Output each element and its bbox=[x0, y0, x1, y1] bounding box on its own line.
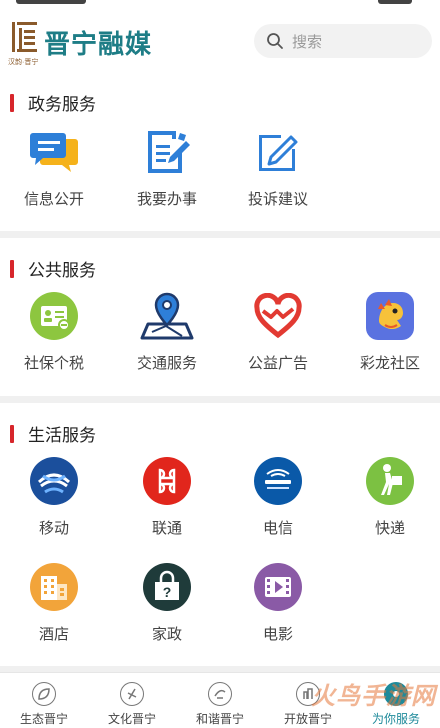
tab-culture[interactable]: 文化晋宁 bbox=[88, 673, 176, 728]
tile-housekeeping[interactable]: ? 家政 bbox=[117, 559, 217, 644]
tab-harmony[interactable]: 和谐晋宁 bbox=[176, 673, 264, 728]
map-pin-icon bbox=[140, 292, 194, 340]
courier-icon bbox=[366, 457, 414, 505]
tile-hotel[interactable]: 酒店 bbox=[4, 559, 104, 644]
section-marker bbox=[10, 93, 14, 112]
tab-label: 开放晋宁 bbox=[283, 712, 332, 726]
tile-handle-affairs[interactable]: 我要办事 bbox=[117, 124, 217, 209]
tile-traffic[interactable]: 交通服务 bbox=[117, 288, 217, 373]
section-divider bbox=[0, 396, 440, 403]
document-pen-icon bbox=[148, 131, 190, 173]
svg-text:?: ? bbox=[163, 584, 172, 600]
culture-icon bbox=[120, 682, 144, 706]
tile-label: 社保个税 bbox=[23, 355, 84, 372]
section-public-services: 公共服务 社保个税 交通服务 公益广告 彩龙社区 bbox=[0, 238, 440, 396]
section-title-text: 生活服务 bbox=[28, 426, 96, 445]
tile-label: 家政 bbox=[151, 626, 182, 643]
search-input[interactable]: 搜索 bbox=[254, 24, 432, 58]
tile-label: 公益广告 bbox=[247, 355, 308, 372]
tab-label: 和谐晋宁 bbox=[195, 712, 244, 726]
section-title-text: 政务服务 bbox=[28, 95, 96, 114]
status-battery-icon bbox=[378, 0, 412, 4]
tile-china-mobile[interactable]: 移动 bbox=[4, 453, 104, 538]
tile-public-ads[interactable]: 公益广告 bbox=[228, 288, 328, 373]
tile-label: 我要办事 bbox=[136, 191, 197, 208]
tile-info-disclosure[interactable]: 信息公开 bbox=[4, 124, 104, 209]
hotel-icon bbox=[30, 563, 78, 611]
section-title-life: 生活服务 bbox=[10, 421, 96, 446]
tab-label: 文化晋宁 bbox=[107, 712, 156, 726]
status-time bbox=[16, 0, 86, 4]
leaf-icon bbox=[32, 682, 56, 706]
tab-label: 生态晋宁 bbox=[19, 712, 68, 726]
tile-label: 电信 bbox=[262, 520, 293, 537]
harmony-icon bbox=[208, 682, 232, 706]
tile-social-security[interactable]: 社保个税 bbox=[4, 288, 104, 373]
section-life-services: 生活服务 移动 联通 电信 快递 酒店 ? 家政 电影 bbox=[0, 403, 440, 667]
section-marker bbox=[10, 259, 14, 278]
tab-label: 为你服务 bbox=[371, 712, 420, 726]
china-mobile-icon bbox=[30, 457, 78, 505]
section-title-gov: 政务服务 bbox=[10, 90, 96, 115]
id-card-icon bbox=[30, 292, 78, 340]
china-telecom-icon bbox=[254, 457, 302, 505]
heart-icon bbox=[254, 293, 302, 339]
tile-courier[interactable]: 快递 bbox=[340, 453, 440, 538]
dragon-icon bbox=[366, 292, 414, 340]
tile-label: 联通 bbox=[151, 520, 182, 537]
china-unicom-icon bbox=[143, 457, 191, 505]
tile-label: 移动 bbox=[38, 520, 69, 537]
section-title-text: 公共服务 bbox=[28, 261, 96, 280]
tile-label: 彩龙社区 bbox=[359, 355, 420, 372]
search-icon bbox=[267, 33, 283, 49]
tile-china-telecom[interactable]: 电信 bbox=[228, 453, 328, 538]
edit-square-icon bbox=[259, 135, 298, 171]
tile-label: 快递 bbox=[374, 520, 405, 537]
chat-bubbles-icon bbox=[30, 133, 78, 172]
search-placeholder: 搜索 bbox=[292, 33, 323, 51]
section-divider bbox=[0, 231, 440, 238]
movie-icon bbox=[254, 563, 302, 611]
app-title: 晋宁融媒 bbox=[44, 29, 153, 59]
status-bar bbox=[0, 0, 440, 12]
tile-label: 信息公开 bbox=[23, 191, 84, 208]
app-logo-icon bbox=[12, 22, 37, 52]
app-header: 汉韵·晋宁 晋宁融媒 搜索 bbox=[0, 12, 440, 74]
tile-label: 投诉建议 bbox=[247, 191, 308, 208]
tile-label: 交通服务 bbox=[136, 355, 197, 372]
tile-cailong-community[interactable]: 彩龙社区 bbox=[340, 288, 440, 373]
tile-movie[interactable]: 电影 bbox=[228, 559, 328, 644]
section-title-public: 公共服务 bbox=[10, 256, 96, 281]
tile-complaints[interactable]: 投诉建议 bbox=[228, 124, 328, 209]
section-marker bbox=[10, 424, 14, 443]
tile-label: 酒店 bbox=[38, 626, 69, 643]
logo-subtitle: 汉韵·晋宁 bbox=[8, 59, 39, 66]
tab-ecology[interactable]: 生态晋宁 bbox=[0, 673, 88, 728]
tile-label: 电影 bbox=[262, 626, 293, 643]
tile-china-unicom[interactable]: 联通 bbox=[117, 453, 217, 538]
housekeeping-icon: ? bbox=[143, 563, 191, 611]
section-gov-services: 政务服务 信息公开 我要办事 投诉建议 bbox=[0, 74, 440, 232]
watermark: 火鸟手游网 bbox=[311, 683, 436, 710]
